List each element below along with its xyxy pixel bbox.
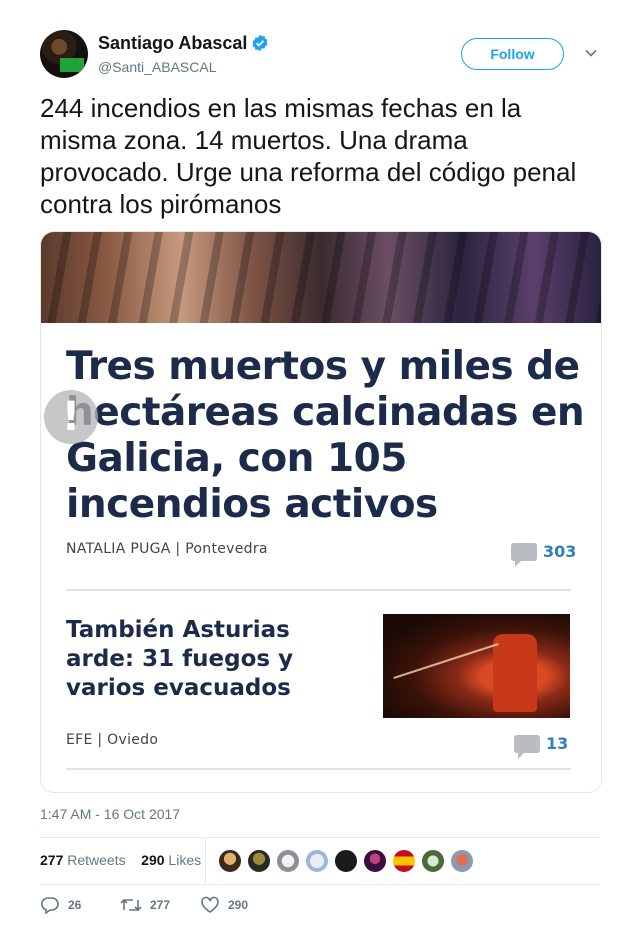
author-name-row[interactable]: Santiago Abascal	[98, 33, 269, 54]
liker-avatar[interactable]	[276, 849, 300, 873]
comment-bubble-icon	[511, 542, 537, 567]
reply-icon	[41, 897, 59, 915]
liker-avatar[interactable]	[450, 849, 474, 873]
tweet-actions: 26 277 290	[40, 896, 340, 918]
engagement-stats: 277 Retweets 290 Likes	[40, 852, 201, 868]
firefighters-photo	[383, 614, 570, 718]
article-divider	[66, 768, 571, 770]
like-button[interactable]: 290	[200, 896, 248, 918]
likes-stat[interactable]: 290 Likes	[141, 852, 201, 868]
comment-count-galicia: 303	[511, 542, 577, 567]
stats-separator	[205, 837, 206, 884]
liker-avatar[interactable]	[421, 849, 445, 873]
liker-avatar[interactable]	[392, 849, 416, 873]
byline-galicia: NATALIA PUGA | Pontevedra	[66, 541, 268, 557]
liker-avatar[interactable]	[247, 849, 271, 873]
stats-divider-top	[40, 837, 600, 838]
liker-avatar[interactable]	[334, 849, 358, 873]
tweet-header: Santiago Abascal @Santi_ABASCAL Follow	[40, 30, 600, 82]
comment-bubble-icon	[514, 734, 540, 759]
like-count: 290	[228, 898, 249, 912]
likes-count: 290	[141, 852, 165, 868]
article-divider	[66, 589, 571, 591]
crowd-photo	[41, 232, 601, 323]
retweet-button[interactable]: 277	[120, 896, 170, 918]
retweets-label: Retweets	[67, 852, 126, 868]
tweet-timestamp[interactable]: 1:47 AM - 16 Oct 2017	[40, 806, 180, 822]
retweet-icon	[120, 898, 142, 912]
likes-label: Likes	[168, 852, 202, 868]
retweet-count: 277	[150, 898, 171, 912]
follow-button[interactable]: Follow	[461, 38, 564, 70]
liker-avatar[interactable]	[363, 849, 387, 873]
liker-avatar[interactable]	[218, 849, 242, 873]
reply-count: 26	[68, 898, 82, 912]
author-avatar[interactable]	[40, 30, 88, 78]
news-headline-galicia: Tres muertos y miles de hectáreas calcin…	[66, 344, 585, 527]
liker-avatar[interactable]	[305, 849, 329, 873]
info-icon[interactable]: !	[44, 390, 98, 444]
byline-asturias: EFE | Oviedo	[66, 732, 159, 748]
news-headline-asturias: También Asturias arde: 31 fuegos y vario…	[66, 617, 294, 701]
comment-count-asturias: 13	[514, 734, 569, 759]
reply-button[interactable]: 26	[40, 896, 81, 918]
comment-number: 303	[543, 542, 577, 561]
author-handle[interactable]: @Santi_ABASCAL	[98, 59, 217, 75]
author-name[interactable]: Santiago Abascal	[98, 33, 247, 53]
retweets-count: 277	[40, 852, 64, 868]
verified-badge-icon	[252, 34, 268, 52]
tweet-media-image[interactable]: Tres muertos y miles de hectáreas calcin…	[40, 231, 602, 793]
retweets-stat[interactable]: 277 Retweets	[40, 852, 126, 868]
like-icon	[201, 896, 219, 913]
comment-number: 13	[546, 734, 569, 753]
stats-divider-bottom	[40, 884, 600, 885]
caret-down-icon[interactable]	[584, 46, 598, 60]
tweet-text: 244 incendios en las mismas fechas en la…	[40, 93, 584, 219]
